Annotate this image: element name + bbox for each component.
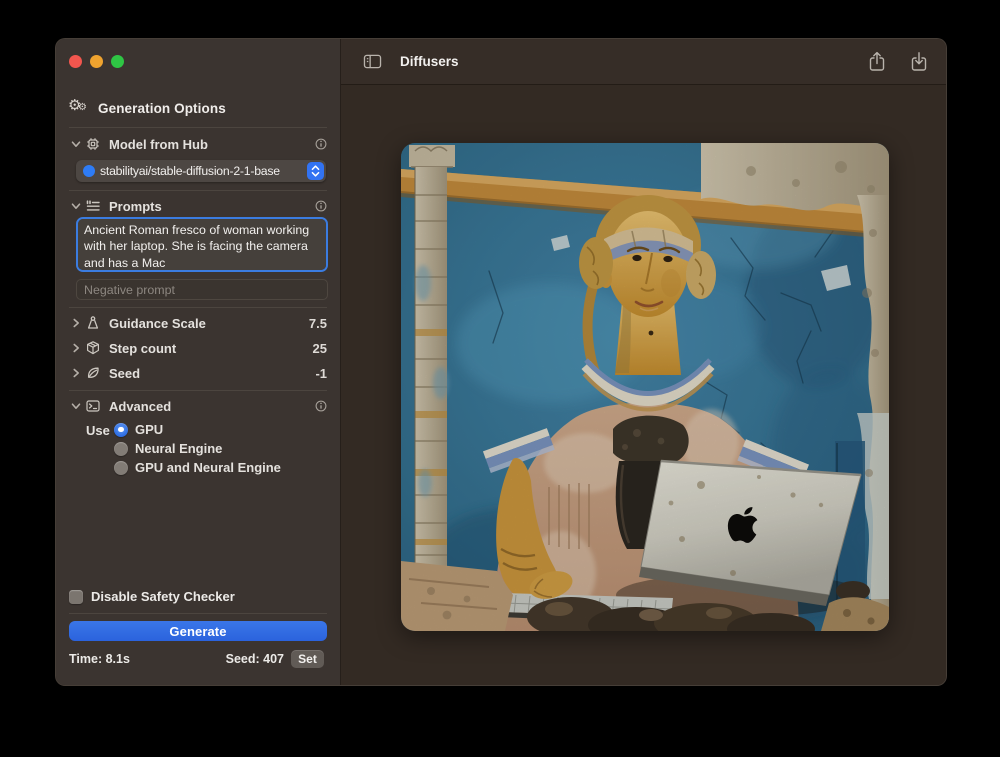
sidebar-toggle-icon[interactable] — [363, 53, 382, 70]
set-seed-button[interactable]: Set — [291, 650, 324, 668]
terminal-icon — [85, 398, 101, 414]
chevron-right-icon[interactable] — [69, 366, 83, 380]
info-icon[interactable] — [314, 137, 328, 151]
chevron-down-icon[interactable] — [69, 137, 83, 151]
generate-button[interactable]: Generate — [69, 621, 327, 641]
generation-time: Time: 8.1s — [69, 652, 130, 666]
result-canvas — [341, 85, 946, 685]
advanced-section-header[interactable]: Advanced — [56, 398, 341, 414]
generated-image[interactable] — [401, 143, 889, 631]
checkbox-icon[interactable] — [69, 590, 83, 604]
info-icon[interactable] — [314, 199, 328, 213]
chevron-down-icon[interactable] — [69, 399, 83, 413]
chevron-right-icon[interactable] — [69, 341, 83, 355]
seed-row[interactable]: Seed -1 — [56, 365, 341, 381]
sidebar: ⚙⚙ Generation Options Model from Hub — [56, 39, 341, 685]
divider — [69, 190, 327, 191]
info-icon[interactable] — [314, 399, 328, 413]
scale-weight-icon — [85, 315, 101, 331]
result-seed: Seed: 407 — [226, 652, 284, 666]
minimize-window-button[interactable] — [90, 55, 103, 68]
divider — [69, 390, 327, 391]
popup-stepper-icon[interactable] — [307, 162, 324, 180]
negative-prompt-input[interactable] — [76, 279, 328, 300]
leaf-icon — [85, 365, 101, 381]
seed-value: -1 — [315, 366, 327, 381]
prompts-section-header[interactable]: Prompts — [56, 198, 341, 214]
guidance-scale-row[interactable]: Guidance Scale 7.5 — [56, 315, 341, 331]
step-count-row[interactable]: Step count 25 — [56, 340, 341, 356]
guidance-scale-value: 7.5 — [309, 316, 327, 331]
divider — [69, 307, 327, 308]
app-title: Diffusers — [400, 54, 459, 69]
model-status-dot — [83, 165, 95, 177]
model-section-label: Model from Hub — [109, 137, 208, 152]
seed-label: Seed — [109, 366, 140, 381]
cpu-icon — [85, 136, 101, 152]
disable-safety-checker-row[interactable]: Disable Safety Checker — [69, 589, 235, 604]
divider — [69, 127, 327, 128]
gears-icon: ⚙⚙ — [68, 99, 90, 117]
chevron-down-icon[interactable] — [69, 199, 83, 213]
radio-icon[interactable] — [114, 461, 128, 475]
app-window: ⚙⚙ Generation Options Model from Hub — [55, 38, 947, 686]
main-toolbar: Diffusers — [341, 39, 946, 85]
save-icon[interactable] — [910, 51, 928, 72]
window-controls — [69, 55, 124, 68]
step-count-value: 25 — [313, 341, 327, 356]
compute-option-gpu-and-neural-engine[interactable]: GPU and Neural Engine — [114, 460, 281, 475]
radio-icon[interactable] — [114, 442, 128, 456]
chevron-right-icon[interactable] — [69, 316, 83, 330]
close-window-button[interactable] — [69, 55, 82, 68]
zoom-window-button[interactable] — [111, 55, 124, 68]
divider — [69, 613, 327, 614]
guidance-scale-label: Guidance Scale — [109, 316, 206, 331]
model-section-header[interactable]: Model from Hub — [56, 136, 341, 152]
text-quote-icon — [85, 198, 101, 214]
prompt-input[interactable]: Ancient Roman fresco of woman working wi… — [76, 217, 328, 272]
compute-option-gpu[interactable]: GPU — [114, 422, 163, 437]
share-icon[interactable] — [868, 51, 886, 72]
step-count-label: Step count — [109, 341, 176, 356]
prompts-section-label: Prompts — [109, 199, 162, 214]
radio-selected-icon[interactable] — [114, 423, 128, 437]
compute-option-neural-engine[interactable]: Neural Engine — [114, 441, 222, 456]
main-pane: Diffusers — [341, 39, 946, 685]
use-label: Use — [86, 423, 110, 438]
advanced-section-label: Advanced — [109, 399, 171, 414]
model-select[interactable]: stabilityai/stable-diffusion-2-1-base — [76, 160, 326, 182]
shipping-box-icon — [85, 340, 101, 356]
model-select-value: stabilityai/stable-diffusion-2-1-base — [100, 164, 305, 178]
sidebar-title: Generation Options — [98, 101, 226, 116]
